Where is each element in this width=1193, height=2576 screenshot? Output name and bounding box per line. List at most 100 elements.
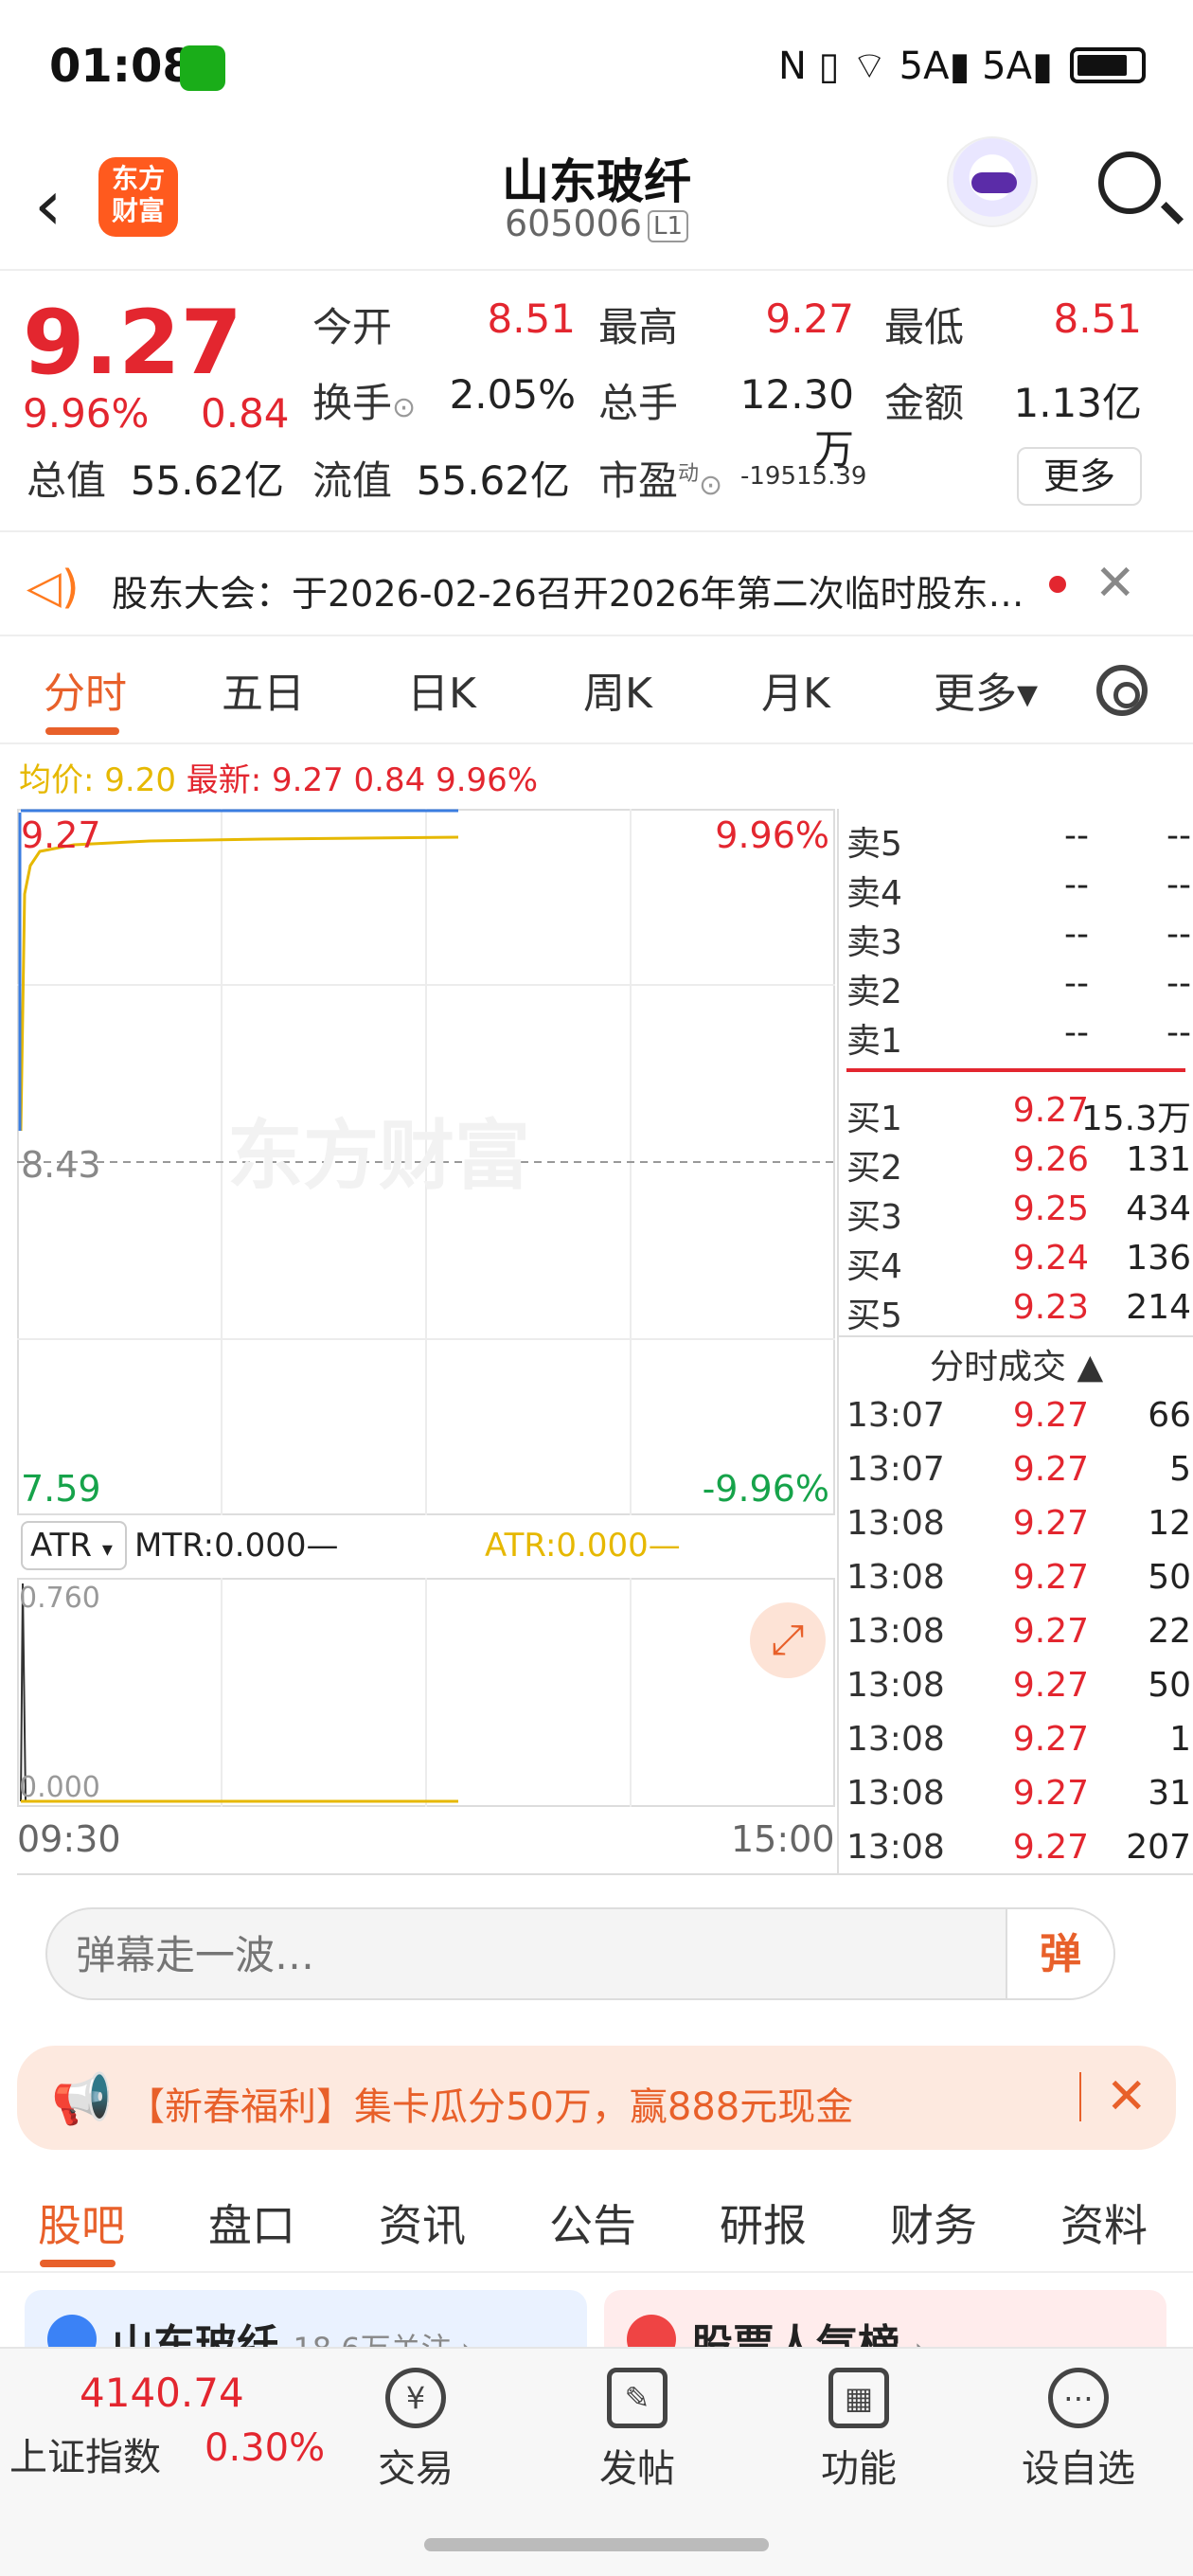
change-amount: 0.84 bbox=[201, 390, 290, 437]
price-summary-line: 均价: 9.20 最新: 9.27 0.84 9.96% bbox=[19, 754, 538, 800]
ask-row: 卖1 -- -- bbox=[846, 1013, 1191, 1061]
amount-value: 1.13亿 bbox=[1013, 380, 1142, 426]
ask-row: 卖5 -- -- bbox=[846, 816, 1191, 864]
high-value: 9.27 bbox=[765, 295, 854, 342]
nav-label: 交易 bbox=[378, 2447, 454, 2491]
notice-bar[interactable]: ◁) 股东大会：于2026-02-26召开2026年第二次临时股东… ✕ bbox=[0, 530, 1193, 636]
intraday-chart[interactable]: 东方财富 9.27 9.96% 8.43 7.59 -9.96% bbox=[17, 809, 835, 1515]
trade-row: 13:07 9.27 5 bbox=[846, 1450, 1191, 1489]
prev-close-label: 8.43 bbox=[21, 1144, 101, 1186]
start-time-label: 09:30 bbox=[17, 1818, 121, 1860]
close-icon[interactable]: ✕ bbox=[1106, 2068, 1148, 2125]
current-price: 9.27 bbox=[23, 292, 242, 395]
tab-finance[interactable]: 财务 bbox=[890, 2191, 977, 2254]
signal-icons: N ▯ ⌔ 5A▮ 5A▮ bbox=[777, 45, 1053, 88]
speaker-icon: ◁) bbox=[27, 561, 80, 614]
order-book: 卖5 -- -- 卖4 -- -- 卖3 -- -- 卖2 -- -- 卖1 -- -- 买1 9.2… bbox=[837, 809, 1193, 1875]
info-icon[interactable]: ⊙ bbox=[699, 469, 722, 502]
nav-label: 设自选 bbox=[1022, 2447, 1135, 2491]
bid-row: 买2 9.26 131 bbox=[846, 1140, 1191, 1188]
megaphone-icon: 📢 bbox=[51, 2071, 113, 2128]
tab-research[interactable]: 研报 bbox=[720, 2191, 807, 2254]
more-button[interactable]: 更多 bbox=[1017, 447, 1142, 506]
search-icon[interactable] bbox=[1098, 152, 1161, 214]
ask-row: 卖2 -- -- bbox=[846, 964, 1191, 1011]
top-pct-label: 9.96% bbox=[715, 814, 829, 856]
amount-label: 金额 bbox=[884, 380, 965, 426]
avg-price-label: 均价: 9.20 bbox=[19, 761, 176, 799]
indicator-chart[interactable]: 0.760 0.000 ⤢ bbox=[17, 1578, 835, 1807]
indicator-bar: ATR ▾ MTR:0.000— ATR:0.000— bbox=[17, 1517, 835, 1576]
battery-icon bbox=[1070, 47, 1146, 83]
index-name[interactable]: 上证指数 bbox=[9, 2426, 161, 2481]
indicator-top-label: 0.760 bbox=[19, 1582, 100, 1615]
content-tabs: 股吧 盘口 资讯 公告 研报 财务 资料 bbox=[0, 2169, 1193, 2273]
expand-icon[interactable]: ⤢ bbox=[750, 1602, 826, 1678]
tab-day-k[interactable]: 日K bbox=[407, 659, 476, 720]
bid-row: 买3 9.25 434 bbox=[846, 1190, 1191, 1237]
bid-row: 买1 9.27 15.3万 bbox=[846, 1091, 1191, 1138]
danmu-button[interactable]: 弹 bbox=[1006, 1909, 1113, 1998]
tab-intraday[interactable]: 分时 bbox=[44, 659, 127, 720]
atr-value: ATR:0.000— bbox=[485, 1527, 681, 1565]
tab-profile[interactable]: 资料 bbox=[1060, 2191, 1148, 2254]
more-icon: ⋯ bbox=[1048, 2368, 1109, 2428]
tab-guba[interactable]: 股吧 bbox=[38, 2191, 125, 2254]
open-label: 今开 bbox=[312, 304, 393, 350]
divider bbox=[17, 1873, 1193, 1875]
trades-title[interactable]: 分时成交 ▲ bbox=[930, 1339, 1103, 1388]
tab-news[interactable]: 资讯 bbox=[379, 2191, 466, 2254]
trade-row: 13:08 9.27 31 bbox=[846, 1774, 1191, 1813]
status-icons: N ▯ ⌔ 5A▮ 5A▮ bbox=[778, 42, 1146, 89]
promo-banner[interactable]: 📢 【新春福利】集卡瓜分50万，赢888元现金 ✕ bbox=[17, 2046, 1176, 2150]
danmu-input[interactable] bbox=[76, 1932, 966, 1978]
notice-text[interactable]: 股东大会：于2026-02-26召开2026年第二次临时股东… bbox=[112, 564, 1024, 617]
chart-tabs: 分时 五日 日K 周K 月K 更多▾ bbox=[0, 636, 1193, 744]
tab-announcements[interactable]: 公告 bbox=[549, 2191, 636, 2254]
trade-row: 13:08 9.27 12 bbox=[846, 1504, 1191, 1543]
ask-row: 卖4 -- -- bbox=[846, 866, 1191, 913]
trade-row: 13:08 9.27 50 bbox=[846, 1558, 1191, 1597]
tab-week-k[interactable]: 周K bbox=[583, 659, 652, 720]
tab-more[interactable]: 更多▾ bbox=[934, 659, 1038, 720]
pe-label[interactable]: 市盈动⊙ bbox=[598, 449, 722, 507]
tab-month-k[interactable]: 月K bbox=[761, 659, 830, 720]
promo-text[interactable]: 【新春福利】集卡瓜分50万，赢888元现金 bbox=[127, 2076, 853, 2131]
trade-row: 13:08 9.27 207 bbox=[846, 1828, 1191, 1867]
nav-trade[interactable]: ¥ 交易 bbox=[345, 2368, 487, 2493]
close-icon[interactable]: ✕ bbox=[1095, 555, 1136, 612]
low-value: 8.51 bbox=[1053, 295, 1142, 342]
nav-add-watchlist[interactable]: ⋯ 设自选 bbox=[1007, 2368, 1149, 2493]
tab-pankou[interactable]: 盘口 bbox=[208, 2191, 295, 2254]
end-time-label: 15:00 bbox=[731, 1818, 835, 1860]
gear-icon[interactable] bbox=[1096, 665, 1148, 716]
indicator-bottom-label: 0.000 bbox=[19, 1771, 100, 1804]
nav-functions[interactable]: ▦ 功能 bbox=[788, 2368, 930, 2493]
tab-five-day[interactable]: 五日 bbox=[222, 659, 305, 720]
nav-post[interactable]: ✎ 发帖 bbox=[566, 2368, 708, 2493]
float-cap-value: 55.62亿 bbox=[416, 457, 570, 504]
bid-row: 买4 9.24 136 bbox=[846, 1239, 1191, 1286]
edit-icon: ✎ bbox=[607, 2368, 668, 2428]
quote-panel: 9.27 9.96% 0.84 今开 8.51 最高 9.27 最低 8.51 … bbox=[0, 273, 1193, 528]
stock-header: ‹ 东方 财富 山东玻纤 605006 L1 bbox=[0, 133, 1193, 271]
indicator-select[interactable]: ATR ▾ bbox=[21, 1521, 127, 1570]
wechat-notification-icon bbox=[180, 45, 225, 91]
trade-row: 13:08 9.27 1 bbox=[846, 1720, 1191, 1759]
active-tab-indicator bbox=[40, 2260, 116, 2267]
watermark: 东方财富 bbox=[227, 1112, 530, 1200]
mtr-value: MTR:0.000— bbox=[134, 1527, 339, 1565]
market-cap-value: 55.62亿 bbox=[130, 457, 284, 504]
index-value[interactable]: 4140.74 bbox=[80, 2370, 244, 2416]
top-price-label: 9.27 bbox=[21, 814, 101, 856]
bottom-pct-label: -9.96% bbox=[702, 1468, 829, 1510]
high-label: 最高 bbox=[598, 304, 679, 350]
index-pct[interactable]: 0.30% bbox=[205, 2426, 325, 2470]
yen-icon: ¥ bbox=[385, 2368, 446, 2428]
assistant-robot-icon[interactable] bbox=[947, 136, 1038, 227]
market-cap-label: 总值 bbox=[27, 457, 107, 504]
turnover-label[interactable]: 换手⊙ bbox=[312, 371, 416, 429]
info-icon[interactable]: ⊙ bbox=[392, 391, 416, 424]
grid-icon: ▦ bbox=[828, 2368, 889, 2428]
home-indicator[interactable] bbox=[424, 2538, 769, 2551]
